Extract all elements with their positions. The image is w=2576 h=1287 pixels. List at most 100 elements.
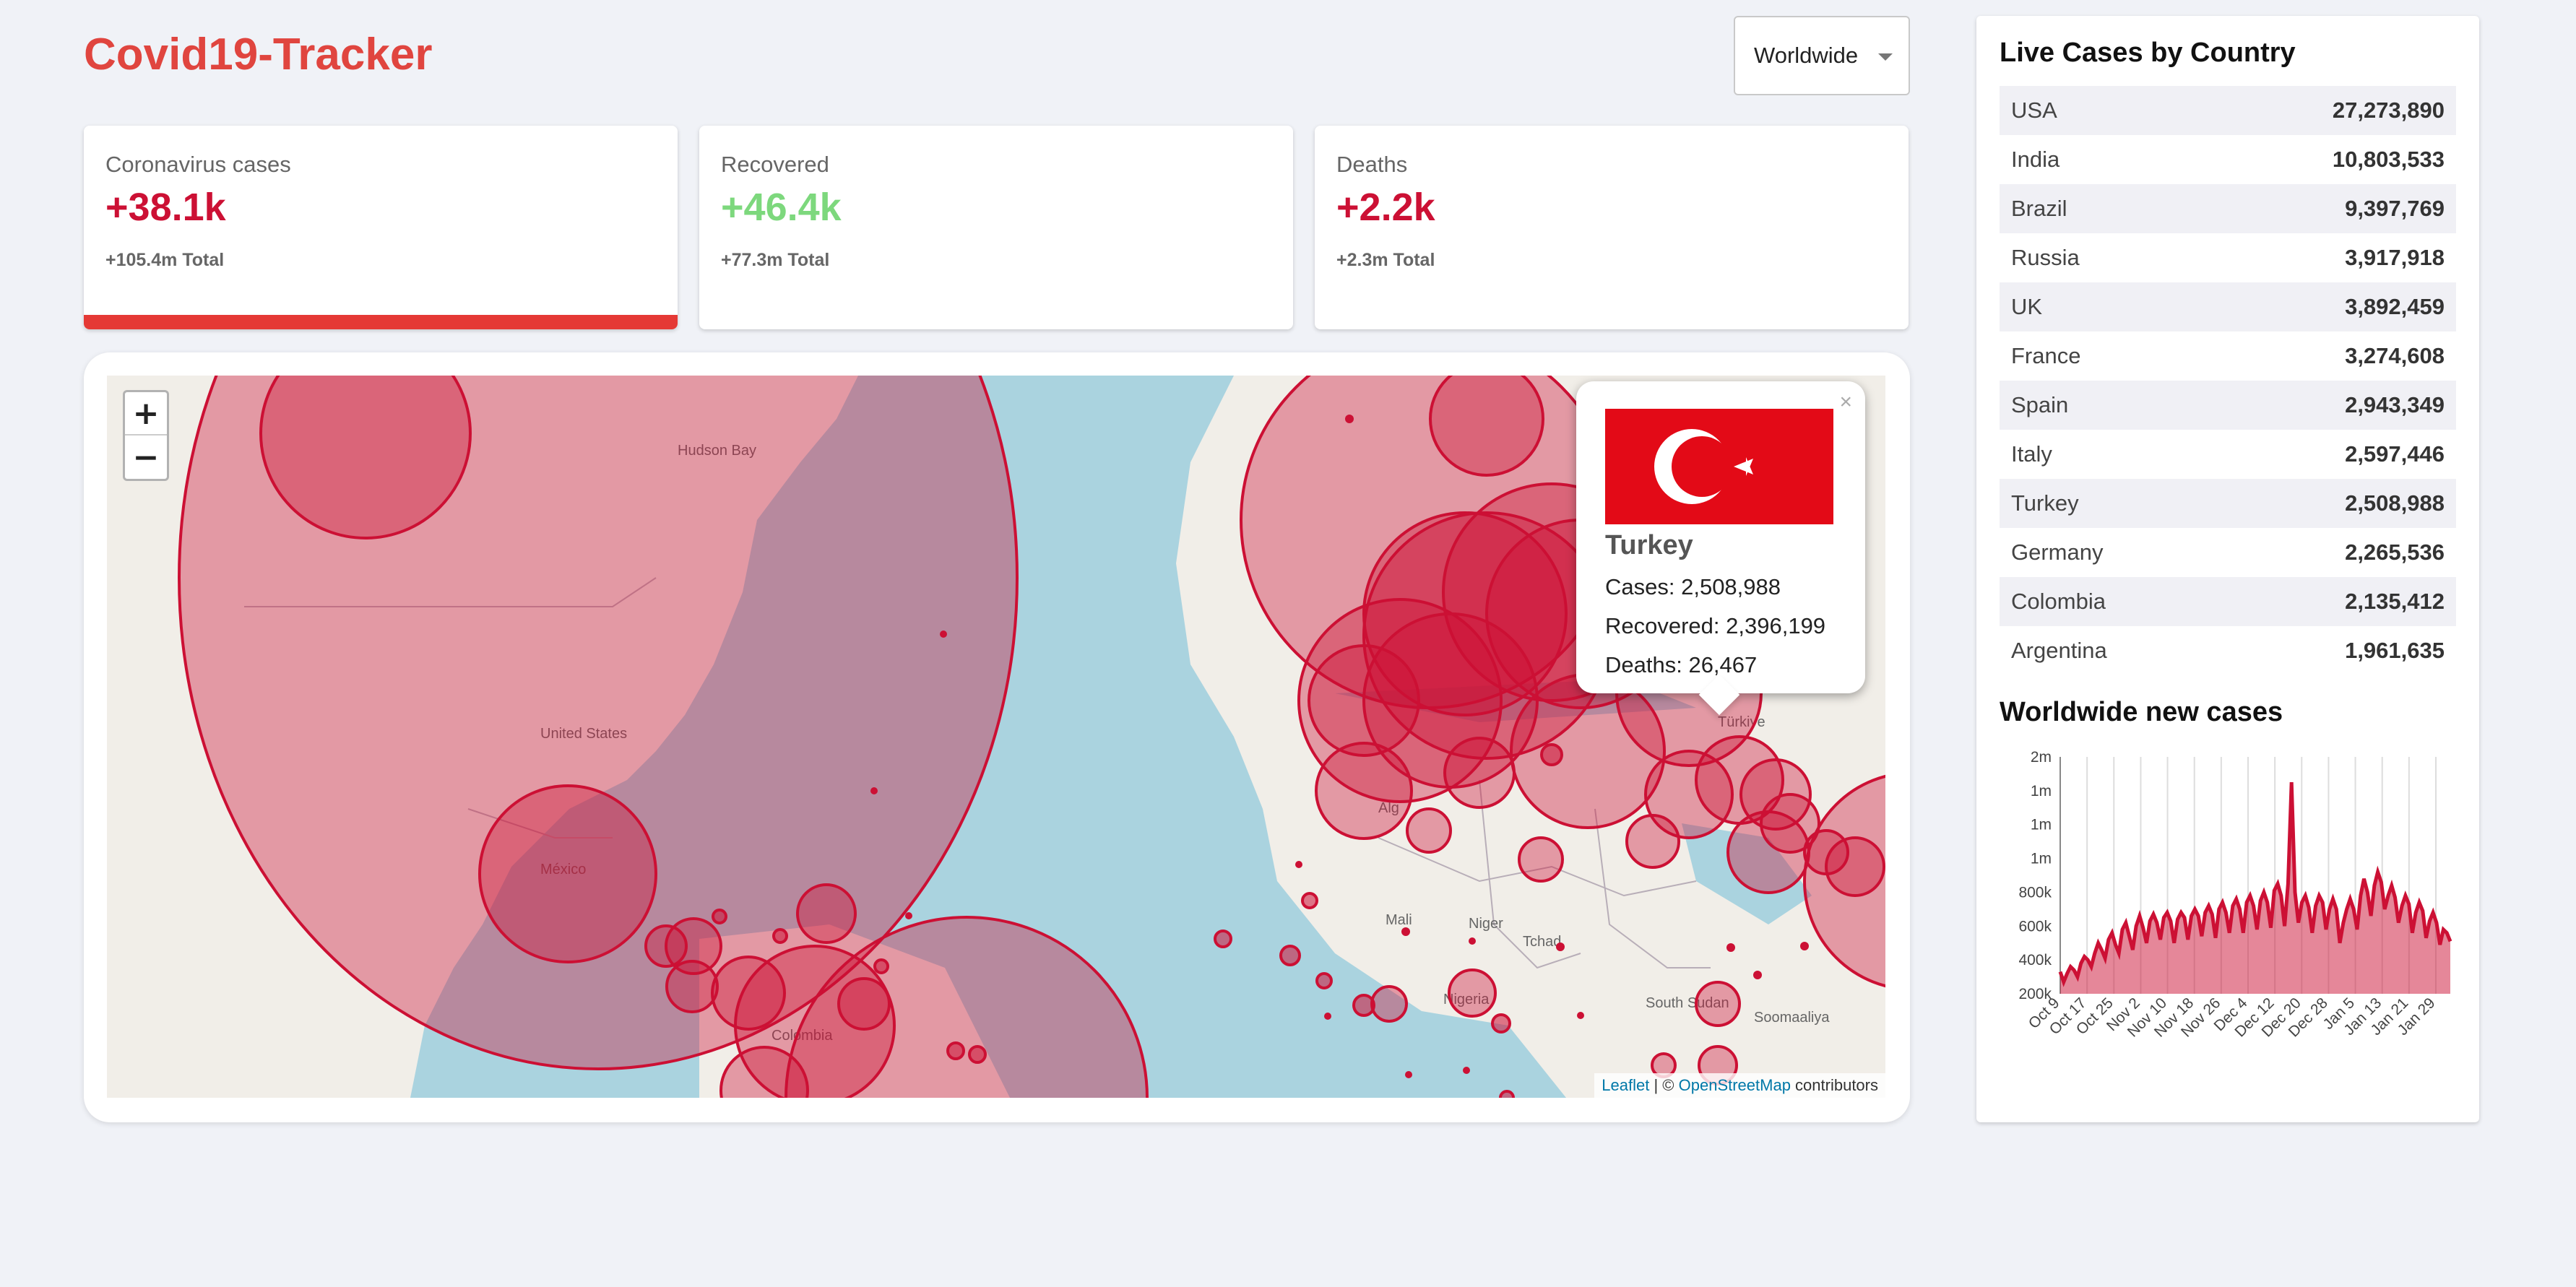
deaths-card[interactable]: Deaths +2.2k +2.3m Total <box>1315 126 1909 329</box>
country-name: France <box>2011 343 2081 368</box>
country-name: UK <box>2011 294 2043 319</box>
attribution-suffix: contributors <box>1790 1076 1878 1094</box>
circle-honduras[interactable] <box>644 924 688 968</box>
live-cases-title: Live Cases by Country <box>2000 38 2296 68</box>
country-cases: 2,597,446 <box>2345 441 2445 467</box>
country-cases: 2,135,412 <box>2345 589 2445 614</box>
circle-gabon[interactable] <box>1499 1090 1515 1098</box>
circle-mauritania[interactable] <box>1301 892 1318 909</box>
table-row: France 3,274,608 <box>2000 332 2456 381</box>
dot-iceland <box>1345 415 1354 423</box>
circle-cameroon[interactable] <box>1491 1013 1511 1034</box>
zoom-out-button[interactable]: − <box>125 436 167 479</box>
country-cases: 3,892,459 <box>2345 294 2445 319</box>
circle-ecuador[interactable] <box>837 977 891 1031</box>
country-name: Russia <box>2011 245 2080 270</box>
country-cases: 3,274,608 <box>2345 343 2445 368</box>
dot-liberia <box>1324 1013 1331 1020</box>
selected-card-indicator <box>84 315 678 329</box>
recovered-value: +46.4k <box>721 186 842 229</box>
circle-tunisia[interactable] <box>1443 737 1516 809</box>
country-table: USA 27,273,890 India 10,803,533 Brazil 9,397,… <box>2000 86 2456 675</box>
country-name: USA <box>2011 98 2057 123</box>
deaths-value: +2.2k <box>1336 186 1435 229</box>
circle-guinea[interactable] <box>1315 972 1333 989</box>
circle-senegal[interactable] <box>1279 945 1301 966</box>
circle-morocco[interactable] <box>1308 644 1420 757</box>
country-select[interactable]: Worldwide <box>1734 16 1910 95</box>
cases-total: +105.4m Total <box>105 250 225 270</box>
zoom-in-button[interactable]: + <box>125 392 167 436</box>
circle-venezuela[interactable] <box>711 956 786 1031</box>
leaflet-link[interactable]: Leaflet <box>1602 1076 1649 1094</box>
country-name: Germany <box>2011 540 2104 565</box>
table-row: Argentina 1,961,635 <box>2000 626 2456 675</box>
table-row: Spain 2,943,349 <box>2000 381 2456 430</box>
country-name: Brazil <box>2011 196 2067 221</box>
y-tick-label: 800k <box>2018 884 2052 901</box>
cases-value: +38.1k <box>105 186 226 229</box>
table-row: UK 3,892,459 <box>2000 282 2456 332</box>
circle-sudan[interactable] <box>1518 836 1564 883</box>
table-row: Germany 2,265,536 <box>2000 528 2456 577</box>
dot-bahamas <box>870 787 878 794</box>
deaths-label: Deaths <box>1336 152 1408 177</box>
zoom-control: + − <box>123 390 169 481</box>
dot-car <box>1577 1012 1584 1019</box>
country-cases: 2,943,349 <box>2345 392 2445 417</box>
circle-kuwait[interactable] <box>1760 793 1820 854</box>
country-cases: 2,265,536 <box>2345 540 2445 565</box>
y-tick-label: 600k <box>2018 918 2052 935</box>
circle-mexico[interactable] <box>478 784 657 963</box>
circle-guyana[interactable] <box>946 1041 965 1060</box>
map-label-somalia: Soomaaliya <box>1754 1010 1830 1026</box>
turkey-flag <box>1605 409 1833 524</box>
table-row: USA 27,273,890 <box>2000 86 2456 135</box>
circle-lebanon[interactable] <box>1540 743 1563 766</box>
y-tick-label: 400k <box>2018 952 2052 968</box>
circle-algeria[interactable] <box>1315 742 1413 840</box>
circle-ethiopia[interactable] <box>1695 981 1741 1027</box>
country-cases: 27,273,890 <box>2332 98 2445 123</box>
map-label-mali: Mali <box>1386 912 1412 928</box>
circle-cuba[interactable] <box>796 883 857 944</box>
dot-djibouti <box>1753 971 1762 979</box>
circle-israel[interactable] <box>1625 814 1680 869</box>
world-map[interactable]: United States México Colombia Hudson Bay… <box>107 376 1885 1098</box>
table-row: Italy 2,597,446 <box>2000 430 2456 479</box>
circle-nigeria[interactable] <box>1448 968 1497 1018</box>
dot-bioko <box>1405 1071 1412 1078</box>
dot-bermuda <box>940 630 947 638</box>
table-row: Brazil 9,397,769 <box>2000 184 2456 233</box>
y-tick-label: 200k <box>2018 986 2052 1002</box>
country-name: Argentina <box>2011 638 2107 663</box>
osm-link[interactable]: OpenStreetMap <box>1679 1076 1791 1094</box>
circle-sweden[interactable] <box>1429 376 1544 477</box>
dot-mali <box>1401 927 1410 936</box>
circle-ivory-coast[interactable] <box>1352 994 1375 1017</box>
crescent-star-icon <box>1654 429 1753 504</box>
cases-card[interactable]: Coronavirus cases +38.1k +105.4m Total <box>84 126 678 329</box>
sidebar: Live Cases by Country USA 27,273,890 India… <box>1976 16 2479 1122</box>
map-label-niger: Niger <box>1469 916 1503 932</box>
circle-cape-verde[interactable] <box>1214 930 1232 948</box>
circle-trinidad[interactable] <box>873 958 889 974</box>
popup-recovered: Recovered: 2,396,199 <box>1605 613 1826 638</box>
new-cases-chart: Oct 9 Oct 17 Oct 25 Nov 2 Nov 10 Nov 18 Nov 26… <box>2000 735 2456 1064</box>
circle-ghana[interactable] <box>1370 985 1408 1023</box>
country-popup: × Turkey Cases: 2,508,988 Recovered: 2,3… <box>1576 381 1865 716</box>
popup-country-name: Turkey <box>1605 530 1693 560</box>
dot-yemen <box>1800 942 1809 950</box>
recovered-card[interactable]: Recovered +46.4k +77.3m Total <box>699 126 1293 329</box>
circle-libya[interactable] <box>1406 807 1452 854</box>
circle-el-salvador[interactable] <box>712 909 727 924</box>
map-attribution: Leaflet | © OpenStreetMap contributors <box>1594 1073 1885 1098</box>
country-name: Spain <box>2011 392 2069 417</box>
table-row: Turkey 2,508,988 <box>2000 479 2456 528</box>
circle-oman[interactable] <box>1825 836 1885 897</box>
chart-canvas: Oct 9Oct 17Oct 25Nov 2Nov 10Nov 18Nov 26… <box>2018 749 2452 1041</box>
country-cases: 10,803,533 <box>2332 147 2445 172</box>
circle-suriname[interactable] <box>968 1045 987 1064</box>
circle-jamaica[interactable] <box>772 928 788 944</box>
close-icon[interactable]: × <box>1839 390 1852 415</box>
